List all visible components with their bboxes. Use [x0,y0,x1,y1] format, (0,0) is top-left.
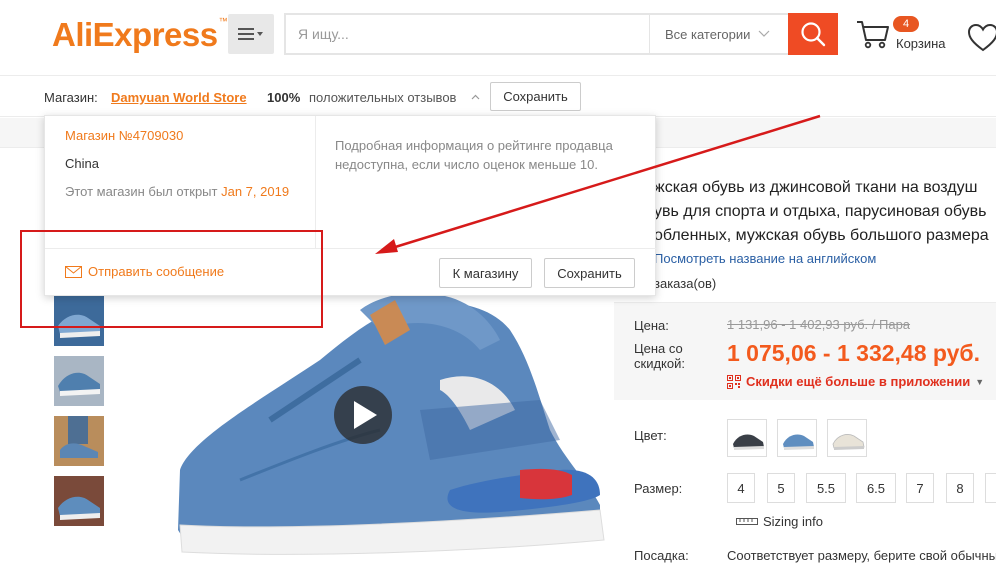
shoe-thumbnail [54,416,104,466]
wishlist-button[interactable] [967,23,996,57]
size-option[interactable]: 7 [906,473,934,503]
store-name-link[interactable]: Damyuan World Store [111,90,247,105]
search-icon [801,22,826,47]
cart-label[interactable]: Корзина [896,36,946,51]
size-option[interactable]: 4 [727,473,755,503]
discount-label-line: Цена со [634,341,683,356]
logo-trademark: ™ [218,16,228,26]
color-swatch-black[interactable] [727,419,767,457]
ruler-icon [736,518,758,525]
aliexpress-logo[interactable]: AliExpress™ [52,16,228,54]
store-opened-date: Jan 7, 2019 [221,184,290,199]
color-label: Цвет: [634,428,667,443]
logo-text: AliExpress [52,16,218,53]
category-select-label: Все категории [665,26,751,42]
shoe-thumbnail [783,434,814,450]
go-to-store-button[interactable]: К магазину [439,258,532,288]
rating-percent: 100% [267,90,301,105]
search-box: Все категории [284,13,838,55]
discount-price: 1 075,06 - 1 332,48 руб. [727,340,981,366]
shop-label: Магазин: [44,90,98,105]
product-title-line: увь для спорта и отдыха, парусиновая обу… [654,203,987,220]
shoe-thumbnail [54,356,104,406]
color-swatch-white[interactable] [827,419,867,457]
caret-down-icon: ▼ [975,376,985,387]
product-title-line: жская обувь из джинсовой ткани на воздуш [654,179,978,196]
size-label: Размер: [634,481,683,496]
size-option-partial[interactable] [985,473,996,503]
color-swatch-blue[interactable] [777,419,817,457]
app-deal-text: Скидки ещё больше в приложении [746,374,971,389]
store-country: China [65,156,99,171]
save-store-button[interactable]: Сохранить [490,82,581,111]
translate-title-link[interactable]: Посмотреть название на английском [654,251,876,266]
popover-save-button[interactable]: Сохранить [544,258,635,288]
cart-icon [857,21,889,49]
product-main-image[interactable] [120,290,610,559]
store-number: Магазин №4709030 [65,128,184,143]
discount-price-label: Цена со скидкой: [634,341,685,371]
gallery-thumbnail[interactable] [54,416,104,466]
gallery-thumbnail[interactable] [54,356,104,406]
search-button[interactable] [788,13,838,55]
hamburger-icon [238,28,263,40]
product-title: жская обувь из джинсовой ткани на воздуш… [654,176,989,248]
old-price: 1 131,96 - 1 402,93 руб. / Пара [727,317,911,332]
orders-count: заказа(ов) [654,276,717,291]
sizing-info-link[interactable]: Sizing info [736,514,823,529]
product-title-line: обленных, мужская обувь большого размера [654,227,989,244]
highlight-box [20,230,323,328]
shoe-thumbnail [54,476,104,526]
sizing-info-text: Sizing info [763,514,823,529]
gallery-thumbnail[interactable] [54,476,104,526]
app-deal-link[interactable]: Скидки ещё больше в приложении ▼ [727,374,984,389]
shoe-thumbnail [733,434,764,450]
rating-unavailable-note: Подробная информация о рейтинге продавца… [335,138,613,172]
cart-button[interactable] [856,18,896,54]
chevron-up-icon[interactable] [471,94,480,100]
chevron-down-icon [758,30,770,37]
fit-value: Соответствует размеру, берите свой обычн… [727,548,996,563]
qr-code-icon [727,374,741,389]
menu-button[interactable] [228,14,274,54]
search-input[interactable] [298,15,638,53]
size-option[interactable]: 6.5 [856,473,896,503]
cart-count-badge: 4 [893,16,919,32]
price-label: Цена: [634,318,669,333]
shoe-thumbnail [832,434,865,450]
header: AliExpress™ Все категории 4 Корзина [0,0,996,76]
rating-label[interactable]: положительных отзывов [309,90,456,105]
popover-divider [315,116,316,248]
category-select[interactable]: Все категории [649,15,788,53]
size-option[interactable]: 8 [946,473,974,503]
discount-label-line: скидкой: [634,356,685,371]
fit-label: Посадка: [634,548,689,563]
size-option[interactable]: 5 [767,473,795,503]
heart-icon [967,23,996,52]
size-option[interactable]: 5.5 [806,473,846,503]
store-opened-prefix: Этот магазин был открыт [65,184,218,199]
store-opened-info: Этот магазин был открыт Jan 7, 2019 [65,184,289,199]
